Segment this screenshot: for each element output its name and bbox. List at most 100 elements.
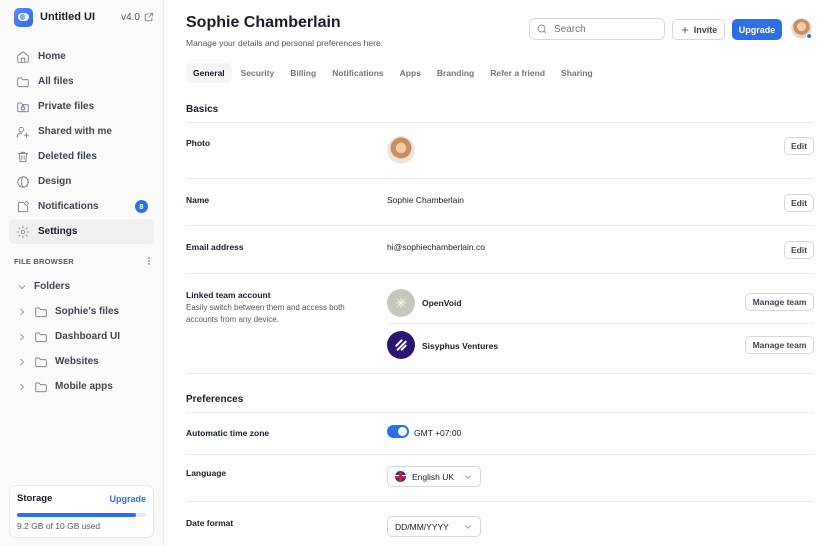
more-vertical-icon[interactable] [144, 256, 154, 266]
tab-security[interactable]: Security [234, 63, 282, 83]
plus-icon [681, 26, 689, 33]
tree-item-folder[interactable]: Mobile apps [9, 374, 154, 399]
version-link[interactable]: v4.0 [121, 12, 154, 23]
sidebar-item-settings[interactable]: Settings [9, 219, 154, 244]
tab-sharing[interactable]: Sharing [554, 63, 600, 83]
tree-item-folder[interactable]: Dashboard UI [9, 324, 154, 349]
divider [186, 273, 814, 274]
sidebar-item-label: Shared with me [38, 126, 112, 137]
timezone-toggle[interactable] [387, 425, 409, 438]
timezone-label: Automatic time zone [186, 428, 270, 438]
notifications-badge: 8 [135, 200, 148, 213]
language-select[interactable]: English UK [387, 466, 481, 487]
folder-icon [35, 382, 47, 392]
email-value: hi@sophiechamberlain.co [387, 242, 485, 252]
date-format-select[interactable]: DD/MM/YYYY [387, 516, 481, 537]
sidebar-item-label: Settings [38, 226, 78, 237]
tab-notifications[interactable]: Notifications [325, 63, 390, 83]
storage-usage-text: 9.2 GB of 10 GB used [17, 521, 101, 531]
tree-item-label: Mobile apps [55, 381, 113, 392]
name-value: Sophie Chamberlain [387, 195, 465, 205]
timezone-value: GMT +07:00 [414, 428, 462, 438]
team-name: Sisyphus Ventures [422, 341, 499, 351]
sidebar-item-shared[interactable]: Shared with me [9, 119, 154, 144]
language-value: English UK [412, 471, 455, 482]
divider [186, 373, 814, 374]
sidebar-item-all-files[interactable]: All files [9, 69, 154, 94]
sidebar-item-private-files[interactable]: Private files [9, 94, 154, 119]
email-label: Email address [186, 242, 244, 252]
sidebar-item-notifications[interactable]: Notifications 8 [9, 194, 154, 219]
chevron-down-icon [465, 475, 471, 479]
file-browser-title: FILE BROWSER [14, 256, 74, 266]
manage-team-button[interactable]: Manage team [745, 293, 814, 311]
page-title: Sophie Chamberlain [186, 14, 341, 31]
settings-icon [16, 225, 30, 238]
upgrade-button[interactable]: Upgrade [732, 19, 782, 40]
team-name: OpenVoid [422, 298, 462, 308]
file-browser-heading: FILE BROWSER [14, 256, 154, 266]
folder-icon [35, 332, 47, 342]
sidebar-item-home[interactable]: Home [9, 44, 154, 69]
logo-icon [14, 7, 33, 27]
external-link-icon [144, 12, 154, 22]
divider [186, 501, 814, 502]
profile-photo [387, 136, 415, 164]
folder-icon [17, 77, 29, 87]
chevron-right-icon[interactable] [16, 356, 28, 368]
chevron-right-icon[interactable] [16, 381, 28, 393]
email-edit-button[interactable]: Edit [784, 241, 814, 259]
sisyphus-logo-icon [387, 331, 415, 359]
divider [186, 225, 814, 226]
folder-icon [35, 307, 47, 317]
sidebar-item-label: All files [38, 76, 74, 87]
sidebar-item-label: Home [38, 51, 66, 62]
tab-general[interactable]: General [186, 63, 232, 83]
chevron-down-icon[interactable] [16, 281, 28, 293]
linked-team-label: Linked team account [186, 290, 271, 300]
language-label: Language [186, 468, 227, 478]
brand: Untitled UI v4.0 [14, 7, 154, 27]
sidebar-item-label: Private files [38, 101, 95, 112]
chevron-right-icon[interactable] [16, 306, 28, 318]
sidebar: Untitled UI v4.0 Home All files Private … [0, 0, 164, 546]
openvoid-logo-icon: ✳ [387, 289, 415, 317]
date-format-label: Date format [186, 518, 234, 528]
page-subtitle: Manage your details and personal prefere… [186, 38, 384, 48]
divider [186, 122, 814, 123]
tab-apps[interactable]: Apps [393, 63, 428, 83]
search-box[interactable] [529, 18, 665, 40]
folder-icon [35, 357, 47, 367]
sidebar-item-design[interactable]: Design [9, 169, 154, 194]
divider [186, 454, 814, 455]
basics-heading: Basics [186, 104, 219, 115]
search-input[interactable] [554, 23, 654, 35]
sidebar-item-deleted[interactable]: Deleted files [9, 144, 154, 169]
tree-item-label: Sophie's files [55, 306, 120, 317]
linked-team-description: Easily switch between them and access bo… [186, 303, 345, 324]
tab-branding[interactable]: Branding [430, 63, 481, 83]
divider [186, 178, 814, 179]
user-plus-icon [16, 126, 29, 138]
divider [186, 412, 814, 413]
home-icon [17, 50, 29, 63]
tree-item-label: Dashboard UI [55, 331, 121, 342]
photo-edit-button[interactable]: Edit [784, 137, 814, 155]
tree-item-folder[interactable]: Sophie's files [9, 299, 154, 324]
trash-icon [17, 151, 29, 162]
preferences-heading: Preferences [186, 394, 244, 405]
storage-upgrade-link[interactable]: Upgrade [109, 494, 146, 504]
tree-item-folders[interactable]: Folders [9, 274, 154, 299]
folder-lock-icon [17, 102, 29, 112]
name-edit-button[interactable]: Edit [784, 194, 814, 212]
tree-item-folder[interactable]: Websites [9, 349, 154, 374]
manage-team-button[interactable]: Manage team [745, 336, 814, 354]
tab-refer-a-friend[interactable]: Refer a friend [483, 63, 552, 83]
chevron-right-icon[interactable] [16, 331, 28, 343]
tab-billing[interactable]: Billing [283, 63, 323, 83]
verified-badge-icon [806, 33, 812, 39]
settings-tabs: General Security Billing Notifications A… [186, 63, 600, 83]
sidebar-item-label: Deleted files [38, 151, 97, 162]
invite-button[interactable]: Invite [672, 19, 725, 40]
name-label: Name [186, 195, 210, 205]
